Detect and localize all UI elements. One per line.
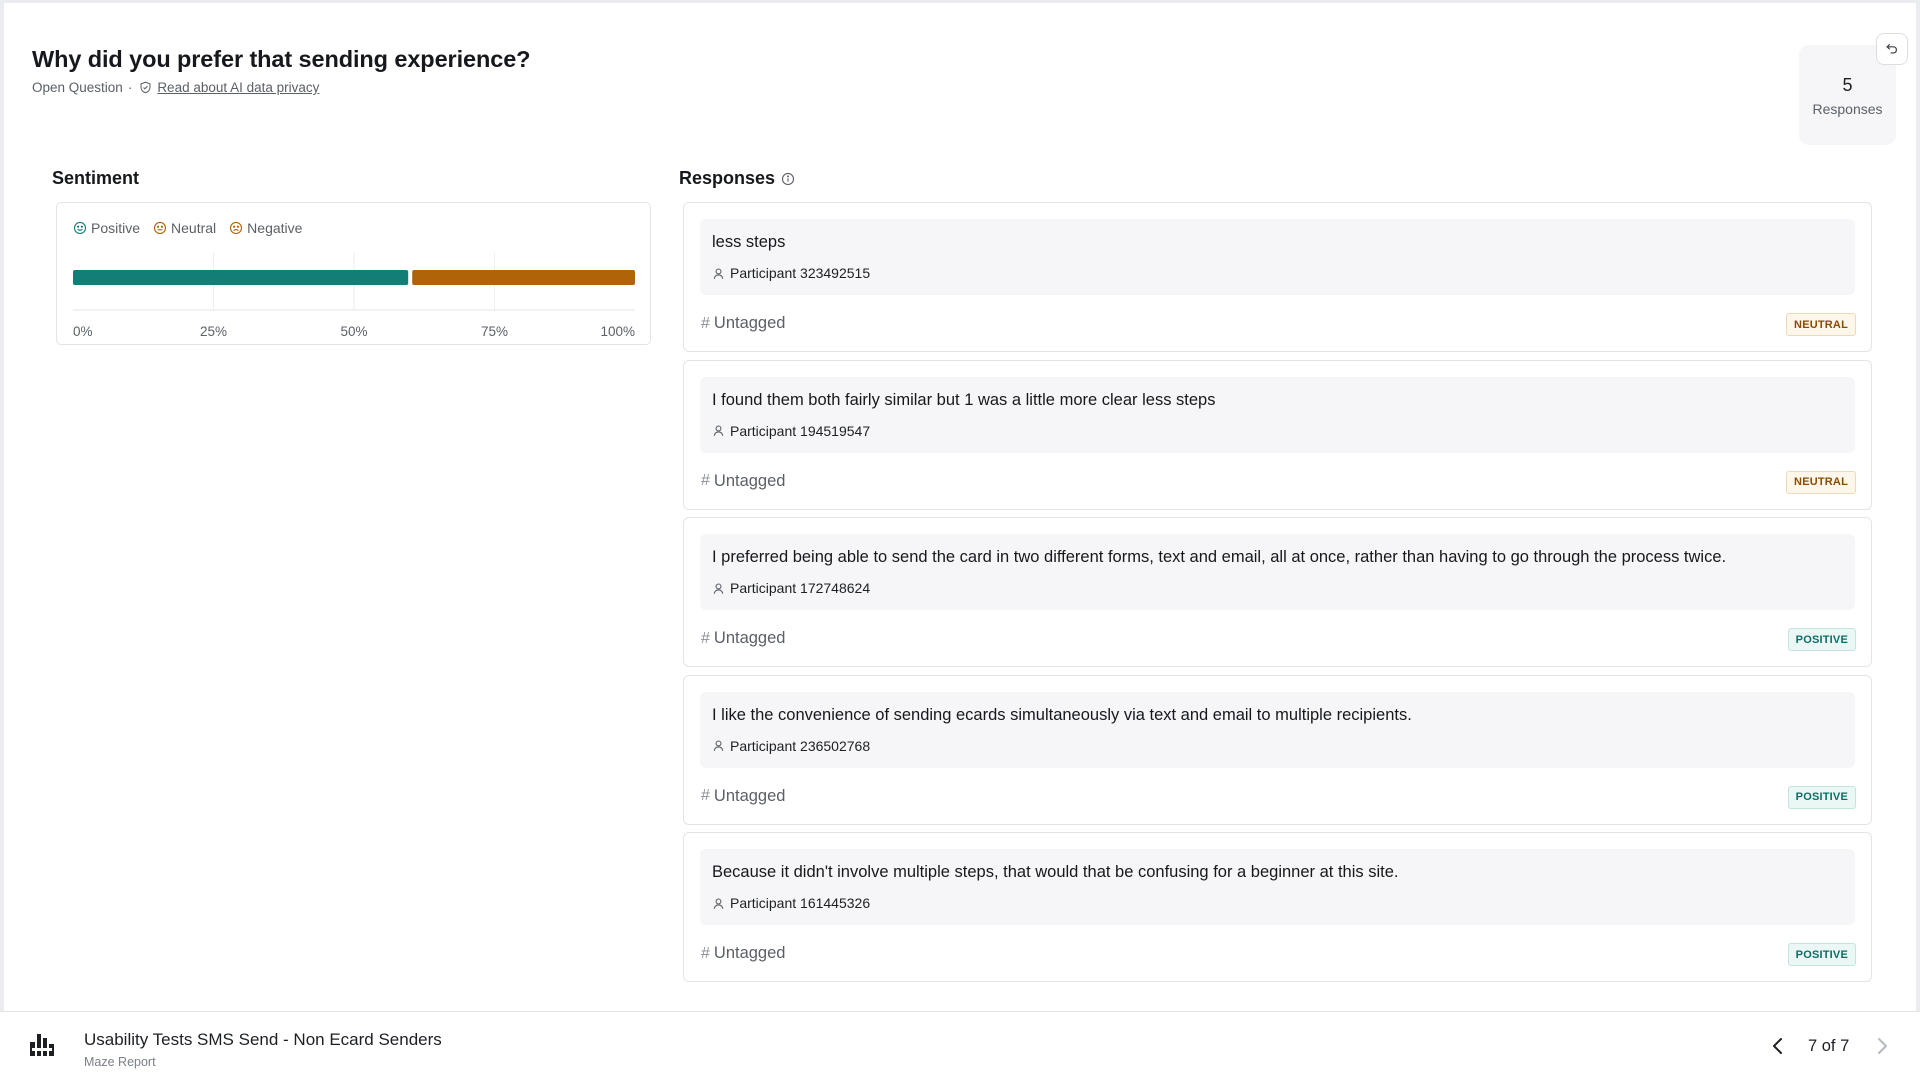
- sentiment-badge: POSITIVE: [1787, 943, 1856, 966]
- response-body: I preferred being able to send the card …: [700, 534, 1855, 610]
- question-type: Open Question: [32, 80, 123, 95]
- tag-label: Untagged: [713, 944, 786, 962]
- x-tick-label: 0%: [73, 324, 93, 339]
- x-tick-label: 50%: [340, 324, 367, 339]
- report-card: Why did you prefer that sending experien…: [4, 3, 1916, 1011]
- user-icon: [713, 268, 724, 279]
- sentiment-chart: 0% 25% 50% 75% 100%: [73, 253, 635, 339]
- participant-row: Participant 323492515: [712, 265, 870, 281]
- tag-label: Untagged: [713, 314, 786, 332]
- report-subtitle: Maze Report: [84, 1055, 156, 1069]
- response-card[interactable]: I preferred being able to send the card …: [683, 517, 1872, 667]
- participant-id: Participant 323492515: [730, 265, 871, 281]
- responses-count: 5: [1842, 75, 1853, 95]
- participant-row: Participant 194519547: [712, 423, 870, 439]
- response-body: less steps Participant 323492515: [700, 219, 1855, 295]
- user-icon: [713, 425, 724, 436]
- sentiment-title-text: Sentiment: [52, 168, 140, 188]
- sentiment-badge: NEUTRAL: [1786, 470, 1856, 494]
- chevron-left-icon[interactable]: [1768, 1034, 1788, 1058]
- hash-icon: #: [701, 472, 710, 489]
- pagination-label: 7 of 7: [1808, 1037, 1850, 1055]
- responses-count-label: Responses: [1812, 101, 1883, 117]
- report-title: Usability Tests SMS Send - Non Ecard Sen…: [84, 1030, 442, 1049]
- participant-id: Participant 161445326: [730, 895, 871, 911]
- response-body: I found them both fairly similar but 1 w…: [700, 376, 1855, 453]
- response-body: Because it didn't involve multiple steps…: [700, 849, 1855, 925]
- user-icon: [713, 740, 724, 751]
- chevron-right-icon[interactable]: [1872, 1034, 1892, 1058]
- hash-icon: #: [701, 944, 710, 962]
- undo-button[interactable]: [1876, 33, 1908, 65]
- user-icon: [713, 898, 724, 909]
- response-card[interactable]: less steps Participant 323492515 # Untagged…: [683, 202, 1872, 352]
- footer-bar: Usability Tests SMS Send - Non Ecard Sen…: [0, 1011, 1920, 1079]
- hash-icon: #: [701, 314, 710, 332]
- response-text: I like the convenience of sending ecards…: [712, 705, 1412, 724]
- sentiment-panel: Positive Neutral Negative 0% 25% 50% 75% 100…: [56, 202, 651, 345]
- participant-row: Participant 161445326: [712, 895, 870, 911]
- hash-icon: #: [701, 787, 710, 804]
- tag-selector[interactable]: # Untagged: [701, 472, 785, 491]
- question-meta: Open Question · Read about AI data priva…: [32, 80, 319, 95]
- sentiment-badge: POSITIVE: [1787, 628, 1856, 651]
- response-text: I preferred being able to send the card …: [712, 548, 1727, 566]
- response-text: I found them both fairly similar but 1 w…: [712, 390, 1216, 409]
- tag-label: Untagged: [713, 471, 786, 490]
- shield-icon: [140, 81, 151, 94]
- participant-id: Participant 172748624: [730, 580, 871, 596]
- response-text: Because it didn't involve multiple steps…: [712, 863, 1399, 881]
- participant-row: Participant 236502768: [712, 738, 870, 754]
- tag-selector[interactable]: # Untagged: [701, 944, 785, 963]
- x-tick-label: 25%: [200, 324, 227, 339]
- ai-privacy-link[interactable]: Read about AI data privacy: [157, 80, 319, 95]
- sentiment-title: Sentiment: [52, 168, 139, 189]
- response-body: I like the convenience of sending ecards…: [700, 691, 1855, 768]
- meta-separator: ·: [127, 80, 133, 95]
- response-card[interactable]: I found them both fairly similar but 1 w…: [683, 359, 1872, 510]
- hash-icon: #: [701, 629, 710, 647]
- undo-icon: [1886, 44, 1897, 54]
- response-text: less steps: [712, 233, 786, 251]
- sentiment-badge: NEUTRAL: [1786, 313, 1856, 336]
- tag-selector[interactable]: # Untagged: [701, 314, 785, 333]
- info-icon[interactable]: [781, 172, 795, 186]
- bar-segment-neutral[interactable]: [412, 270, 635, 285]
- tag-label: Untagged: [713, 786, 786, 805]
- tag-label: Untagged: [713, 629, 786, 647]
- maze-logo-icon: [30, 1034, 54, 1056]
- responses-title: Responses: [679, 168, 795, 189]
- response-card[interactable]: Because it didn't involve multiple steps…: [683, 832, 1872, 982]
- question-title: Why did you prefer that sending experien…: [32, 46, 531, 72]
- x-tick-label: 75%: [481, 324, 508, 339]
- participant-id: Participant 236502768: [730, 737, 871, 754]
- participant-row: Participant 172748624: [712, 580, 870, 596]
- response-card[interactable]: I like the convenience of sending ecards…: [683, 674, 1872, 825]
- tag-selector[interactable]: # Untagged: [701, 787, 785, 806]
- participant-id: Participant 194519547: [730, 422, 871, 439]
- user-icon: [713, 583, 724, 594]
- sentiment-badge: POSITIVE: [1787, 785, 1856, 809]
- responses-title-text: Responses: [679, 168, 776, 188]
- tag-selector[interactable]: # Untagged: [701, 629, 785, 648]
- x-tick-label: 100%: [600, 324, 635, 339]
- bar-segment-positive[interactable]: [73, 270, 409, 285]
